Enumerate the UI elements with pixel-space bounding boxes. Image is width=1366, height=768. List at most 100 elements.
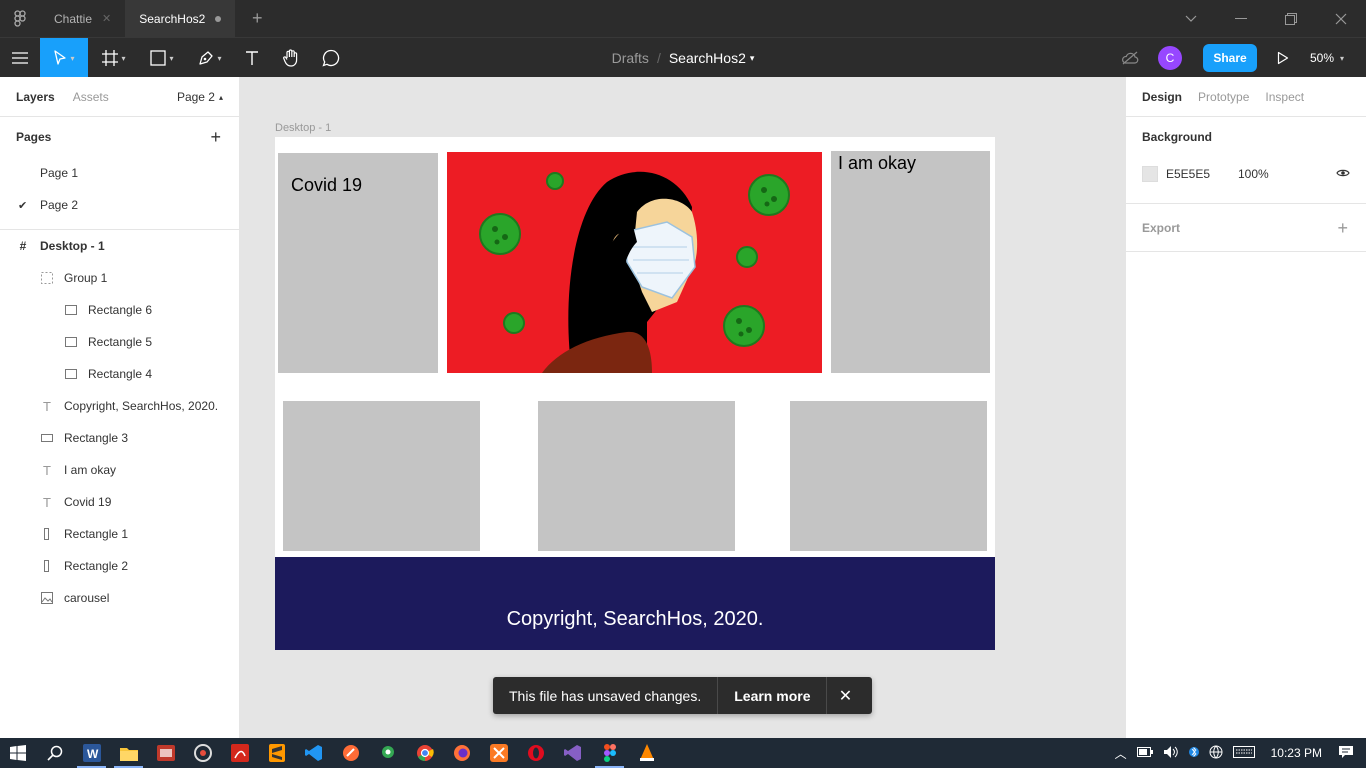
rectangle-4[interactable]: [283, 401, 480, 551]
covid-text[interactable]: Covid 19: [291, 175, 362, 196]
page-item-2[interactable]: ✔ Page 2: [0, 189, 239, 221]
battery-icon[interactable]: [1136, 746, 1153, 760]
tab-chattie[interactable]: Chattie ✕: [40, 0, 125, 37]
chevron-down-icon[interactable]: [1166, 0, 1216, 37]
rectangle-2[interactable]: I am okay: [831, 151, 990, 373]
background-fill-row[interactable]: E5E5E5 100%: [1126, 157, 1366, 191]
search-icon[interactable]: [36, 738, 73, 768]
vscode-icon[interactable]: [295, 738, 332, 768]
chevron-up-icon[interactable]: ︿: [1115, 745, 1127, 762]
present-play-icon[interactable]: [1272, 38, 1294, 78]
windows-start-icon[interactable]: [0, 738, 36, 768]
minimize-icon[interactable]: [1216, 0, 1266, 37]
text-icon: T: [43, 494, 51, 510]
offline-cloud-icon[interactable]: [1118, 38, 1142, 78]
footer-rectangle-3[interactable]: Copyright, SearchHos, 2020.: [275, 557, 995, 650]
pages-header: Pages +: [0, 117, 239, 157]
tab-assets[interactable]: Assets: [73, 90, 109, 104]
bluetooth-icon[interactable]: [1188, 744, 1199, 763]
desktop-frame[interactable]: Covid 19 I am okay Copyright, SearchHos,…: [275, 137, 995, 650]
restore-icon[interactable]: [1266, 0, 1316, 37]
layer-row[interactable]: Group 1: [0, 262, 239, 294]
tab-layers[interactable]: Layers: [16, 90, 55, 104]
tab-inspect[interactable]: Inspect: [1265, 90, 1304, 104]
notification-icon[interactable]: [1338, 745, 1354, 762]
system-tray: ︿ 10:23 PM: [1115, 738, 1366, 768]
layer-row[interactable]: Rectangle 1: [0, 518, 239, 550]
close-window-icon[interactable]: [1316, 0, 1366, 37]
add-export-icon[interactable]: +: [1337, 218, 1348, 239]
properties-panel: Design Prototype Inspect Background E5E5…: [1125, 77, 1366, 738]
bg-hex-input[interactable]: E5E5E5: [1166, 167, 1230, 181]
avatar[interactable]: C: [1158, 46, 1182, 70]
tab-design[interactable]: Design: [1142, 90, 1182, 104]
panel-tabs: Layers Assets Page 2 ▴: [0, 77, 239, 117]
carousel-image[interactable]: [447, 152, 822, 373]
visual-studio-icon[interactable]: [554, 738, 591, 768]
keyboard-icon[interactable]: [1232, 745, 1255, 761]
file-name[interactable]: SearchHos2: [669, 50, 746, 66]
xampp-icon[interactable]: [480, 738, 517, 768]
sublime-icon[interactable]: [258, 738, 295, 768]
tab-prototype[interactable]: Prototype: [1198, 90, 1249, 104]
postman-icon[interactable]: [332, 738, 369, 768]
layer-row[interactable]: Rectangle 4: [0, 358, 239, 390]
share-button[interactable]: Share: [1203, 44, 1257, 72]
layer-row[interactable]: # Desktop - 1: [0, 230, 239, 262]
chevron-down-icon[interactable]: ▾: [750, 53, 755, 64]
file-explorer-icon[interactable]: [110, 738, 147, 768]
opera-icon[interactable]: [517, 738, 554, 768]
toast-message: This file has unsaved changes.: [493, 677, 719, 714]
group-icon: [40, 271, 54, 285]
layer-row[interactable]: Rectangle 6: [0, 294, 239, 326]
close-icon[interactable]: ✕: [827, 677, 863, 714]
toolbar: ▾ ▾ ▾ ▾ Drafts / SearchHos2 ▾ C Share 50…: [0, 37, 1366, 78]
layer-label: Rectangle 3: [64, 431, 129, 445]
text-icon: T: [43, 398, 51, 414]
layer-row[interactable]: T Copyright, SearchHos, 2020.: [0, 390, 239, 422]
learn-more-button[interactable]: Learn more: [718, 677, 828, 714]
globe-icon[interactable]: [1209, 745, 1223, 762]
figma-menu-icon[interactable]: [0, 0, 40, 37]
layer-row[interactable]: Rectangle 3: [0, 422, 239, 454]
zoom-dropdown[interactable]: 50% ▾: [1310, 38, 1344, 78]
layer-row[interactable]: T I am okay: [0, 454, 239, 486]
page-switcher[interactable]: Page 2 ▴: [177, 77, 223, 117]
eye-icon[interactable]: [1336, 167, 1350, 181]
bg-opacity-input[interactable]: 100%: [1238, 167, 1269, 181]
layer-row[interactable]: T Covid 19: [0, 486, 239, 518]
layer-row[interactable]: carousel: [0, 582, 239, 614]
color-swatch[interactable]: [1142, 166, 1158, 182]
word-icon[interactable]: W: [73, 738, 110, 768]
new-tab-icon[interactable]: +: [247, 8, 267, 29]
rectangle-5[interactable]: [538, 401, 735, 551]
layer-row[interactable]: Rectangle 2: [0, 550, 239, 582]
canvas[interactable]: Desktop - 1 Covid 19 I am okay Copyright…: [241, 77, 1125, 738]
rectangle-6[interactable]: [790, 401, 987, 551]
firefox-icon[interactable]: [443, 738, 480, 768]
tab-searchhos2[interactable]: SearchHos2: [125, 0, 236, 37]
add-page-icon[interactable]: +: [210, 127, 221, 148]
acrobat-icon[interactable]: [221, 738, 258, 768]
okay-text[interactable]: I am okay: [838, 153, 916, 174]
app-icon[interactable]: [147, 738, 184, 768]
volume-icon[interactable]: [1163, 745, 1179, 762]
layer-label: Rectangle 4: [88, 367, 153, 381]
copyright-text[interactable]: Copyright, SearchHos, 2020.: [275, 608, 995, 631]
drafts-link[interactable]: Drafts: [612, 50, 649, 66]
clock-time[interactable]: 10:23 PM: [1271, 746, 1322, 760]
page-item-1[interactable]: Page 1: [0, 157, 239, 189]
rectangle-1[interactable]: Covid 19: [278, 153, 438, 373]
frame-label[interactable]: Desktop - 1: [275, 122, 331, 134]
rectangle-icon: [40, 559, 54, 573]
vlc-icon[interactable]: [628, 738, 665, 768]
layer-label: Group 1: [64, 271, 108, 285]
layer-row[interactable]: Rectangle 5: [0, 326, 239, 358]
figma-taskbar-icon[interactable]: [591, 738, 628, 768]
layers-panel: Layers Assets Page 2 ▴ Pages + Page 1 ✔ …: [0, 77, 240, 738]
maps-app-icon[interactable]: [369, 738, 406, 768]
rectangle-icon: [64, 335, 78, 349]
media-app-icon[interactable]: [184, 738, 221, 768]
close-tab-icon[interactable]: ✕: [102, 12, 111, 25]
chrome-icon[interactable]: [406, 738, 443, 768]
